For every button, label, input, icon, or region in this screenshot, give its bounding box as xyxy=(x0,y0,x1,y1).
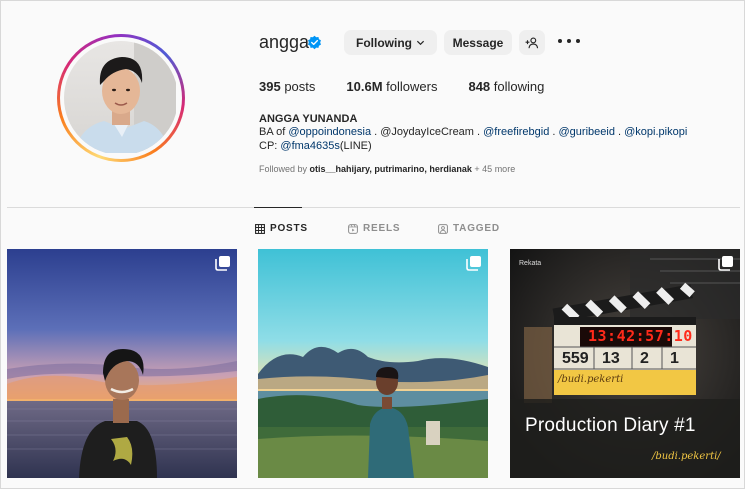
clapper-timecode: 13:42:57:10 xyxy=(588,327,693,345)
post-title-overlay: Production Diary #1 xyxy=(525,415,696,436)
multiple-posts-icon xyxy=(466,256,481,271)
message-button-label: Message xyxy=(452,35,504,50)
mention-text: @JoydayIceCream xyxy=(380,126,474,138)
clapper-number: 13 xyxy=(602,350,620,367)
avatar[interactable] xyxy=(64,41,178,155)
grid-icon xyxy=(255,223,265,234)
following-button[interactable]: Following xyxy=(344,30,437,55)
post-thumbnail[interactable] xyxy=(7,249,237,478)
profile-full-name: ANGGA YUNANDA xyxy=(259,113,358,125)
mention-link[interactable]: @oppoindonesia xyxy=(288,126,371,138)
reels-icon xyxy=(348,223,358,234)
clapper-number: 1 xyxy=(670,350,679,367)
profile-username: angga xyxy=(259,32,310,52)
post-handle-overlay: /budi.pekerti/ xyxy=(652,451,721,462)
followed-by-text[interactable]: Followed by otis__hahijary, putrimarino,… xyxy=(259,164,515,174)
tab-tagged[interactable]: TAGGED xyxy=(438,223,500,234)
posts-stat: 395 posts xyxy=(259,79,316,94)
more-options-icon[interactable] xyxy=(558,33,580,49)
post-image xyxy=(7,249,237,478)
mention-link[interactable]: @kopi.pikopi xyxy=(624,126,687,138)
following-stat[interactable]: 848 following xyxy=(468,79,544,94)
followers-stat[interactable]: 10.6M followers xyxy=(346,79,437,94)
verified-badge-icon xyxy=(308,35,321,50)
avatar-photo xyxy=(64,41,176,153)
brand-watermark: Rekata xyxy=(519,260,542,267)
chevron-down-icon xyxy=(416,40,425,46)
mention-link[interactable]: @freefirebgid xyxy=(483,126,549,138)
post-image xyxy=(258,249,488,478)
bio-line-2: CP: @fma4635s(LINE) xyxy=(259,140,372,152)
message-button[interactable]: Message xyxy=(444,30,512,55)
multiple-posts-icon xyxy=(215,256,230,271)
profile-avatar-ring[interactable] xyxy=(57,34,185,162)
mention-link[interactable]: @fma4635s xyxy=(280,140,339,152)
multiple-posts-icon xyxy=(718,256,733,271)
post-thumbnail[interactable] xyxy=(258,249,488,478)
tab-posts[interactable]: POSTS xyxy=(255,223,308,234)
bio-line-1: BA of @oppoindonesia . @JoydayIceCream .… xyxy=(259,126,688,138)
following-button-label: Following xyxy=(356,35,412,50)
clapper-number: 2 xyxy=(640,350,649,367)
suggested-accounts-button[interactable] xyxy=(519,30,545,55)
tagged-icon xyxy=(438,223,448,234)
clapper-number: 559 xyxy=(562,350,589,367)
tab-reels[interactable]: REELS xyxy=(348,223,400,234)
mention-link[interactable]: @guribeeid xyxy=(559,126,615,138)
post-image xyxy=(510,249,740,478)
clapper-handle-text: /budi.pekerti xyxy=(558,374,624,385)
tabs-divider xyxy=(7,207,740,208)
add-user-icon xyxy=(525,36,539,48)
profile-stats: 395 posts 10.6M followers 848 following xyxy=(259,79,575,94)
active-tab-indicator xyxy=(254,207,302,208)
post-thumbnail[interactable]: Rekata 13:42:57:10 559 13 2 1 /budi.peke… xyxy=(510,249,740,478)
avatar-gap xyxy=(60,37,182,159)
